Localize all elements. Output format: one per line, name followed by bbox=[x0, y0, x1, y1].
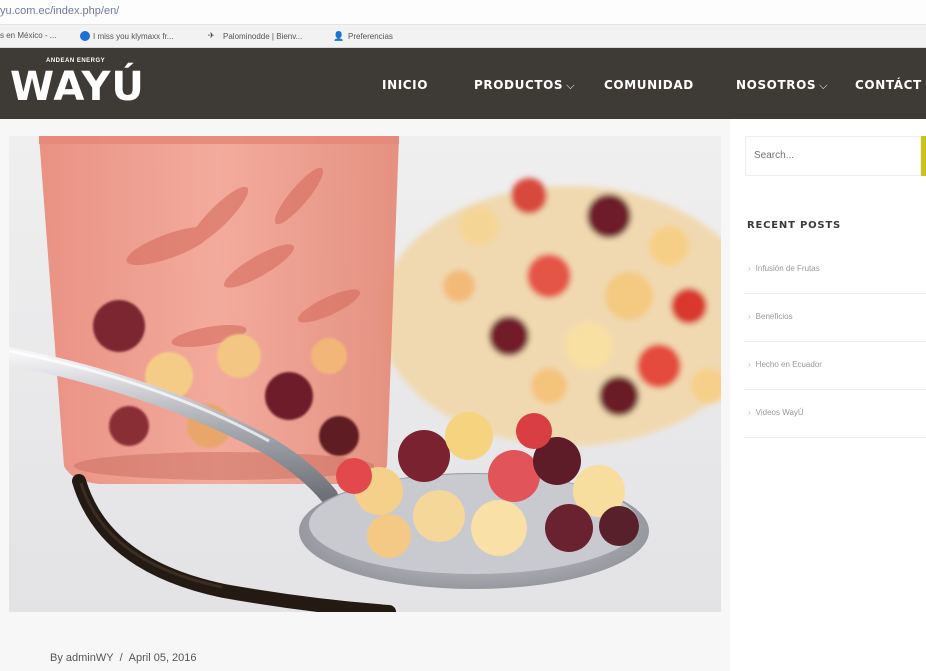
recent-post-item[interactable]: › Infusión de Frutas bbox=[745, 246, 926, 294]
post-featured-image[interactable] bbox=[9, 136, 721, 612]
chevron-down-icon: ⌵ bbox=[819, 79, 829, 92]
nav-item-inicio[interactable]: INICIO bbox=[382, 78, 428, 92]
recent-post-link[interactable]: › Infusión de Frutas bbox=[748, 264, 820, 273]
search-button[interactable] bbox=[921, 136, 926, 176]
bookmark-item[interactable]: s en México - ... bbox=[0, 31, 56, 40]
nav-item-contacto[interactable]: CONTÁCT bbox=[855, 78, 922, 92]
bookmark-label: I miss you klymaxx fr... bbox=[93, 31, 174, 41]
recent-post-item[interactable]: › Hecho en Ecuador bbox=[745, 342, 926, 390]
arrow-right-icon: › bbox=[748, 264, 751, 273]
bookmark-item[interactable]: I miss you klymaxx fr... bbox=[80, 31, 173, 41]
recent-post-label: Hecho en Ecuador bbox=[755, 360, 822, 369]
nav-label: COMUNIDAD bbox=[604, 78, 694, 92]
bookmarks-bar: s en México - ... I miss you klymaxx fr.… bbox=[0, 25, 926, 48]
nav-label: INICIO bbox=[382, 78, 429, 92]
nav-label: CONTÁCT bbox=[855, 78, 922, 92]
recent-post-item[interactable]: › Videos WayÚ bbox=[745, 390, 926, 438]
meta-separator: / bbox=[119, 652, 123, 664]
recent-post-link[interactable]: › Hecho en Ecuador bbox=[748, 360, 822, 369]
bookmark-item[interactable]: 👤 Preferencias bbox=[333, 31, 393, 41]
recent-post-link[interactable]: › Videos WayÚ bbox=[748, 408, 804, 417]
nav-item-comunidad[interactable]: COMUNIDAD bbox=[604, 78, 694, 92]
search-input[interactable] bbox=[746, 137, 922, 173]
bookmark-favicon-icon bbox=[80, 31, 90, 41]
recent-post-label: Infusión de Frutas bbox=[755, 264, 820, 273]
logo-wordmark: WAYÚ bbox=[10, 64, 145, 110]
nav-label: NOSOTROS bbox=[736, 78, 817, 92]
bookmark-label: Preferencias bbox=[348, 31, 393, 41]
post-date: April 05, 2016 bbox=[128, 652, 197, 664]
recent-post-label: Videos WayÚ bbox=[755, 408, 804, 417]
bookmark-label: Palominodde | Bienv... bbox=[223, 31, 303, 41]
browser-address-bar[interactable]: yu.com.ec/index.php/en/ bbox=[0, 0, 926, 25]
nav-item-productos[interactable]: PRODUCTOS ⌵ bbox=[474, 78, 575, 93]
bookmark-favicon-icon: ✈ bbox=[208, 31, 215, 40]
recent-post-item[interactable]: › Beneficios bbox=[745, 294, 926, 342]
post-meta: By adminWY / April 05, 2016 bbox=[50, 652, 197, 664]
recent-post-link[interactable]: › Beneficios bbox=[748, 312, 793, 321]
nav-label: PRODUCTOS bbox=[474, 78, 564, 92]
arrow-right-icon: › bbox=[748, 360, 751, 369]
url-text[interactable]: yu.com.ec/index.php/en/ bbox=[0, 5, 119, 17]
person-icon: 👤 bbox=[333, 31, 345, 41]
bookmark-item[interactable]: ✈ Palominodde | Bienv... bbox=[208, 31, 302, 41]
chevron-down-icon: ⌵ bbox=[566, 79, 576, 92]
search-field bbox=[745, 136, 922, 176]
nav-item-nosotros[interactable]: NOSOTROS ⌵ bbox=[736, 78, 828, 93]
bookmark-label: s en México - ... bbox=[0, 31, 57, 40]
site-header: ANDEAN ENERGY WAYÚ INICIO PRODUCTOS ⌵ COM… bbox=[0, 48, 926, 119]
arrow-right-icon: › bbox=[748, 312, 751, 321]
recent-post-label: Beneficios bbox=[755, 312, 793, 321]
arrow-right-icon: › bbox=[748, 408, 751, 417]
post-author[interactable]: By adminWY bbox=[50, 652, 114, 664]
recent-posts-heading: RECENT POSTS bbox=[747, 220, 842, 231]
site-logo[interactable]: ANDEAN ENERGY WAYÚ bbox=[10, 56, 144, 110]
